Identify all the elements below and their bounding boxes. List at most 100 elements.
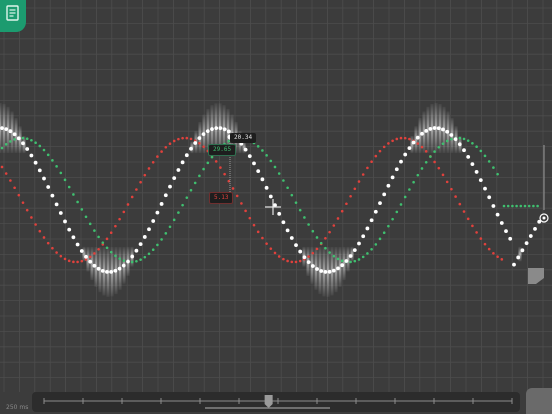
green-trace-point bbox=[198, 174, 201, 178]
play-button[interactable] bbox=[526, 388, 552, 414]
white-trace-point bbox=[243, 147, 248, 152]
glow-segment bbox=[350, 246, 354, 262]
white-trace-point bbox=[184, 153, 189, 158]
white-trace-point bbox=[378, 201, 382, 206]
red-trace-point bbox=[168, 142, 172, 146]
white-trace-point bbox=[462, 148, 466, 153]
white-trace-point bbox=[121, 263, 126, 268]
red-trace-point bbox=[336, 217, 340, 220]
white-trace-point bbox=[256, 169, 261, 174]
white-trace-point bbox=[491, 204, 496, 208]
white-trace-point bbox=[50, 193, 55, 198]
white-trace-point bbox=[67, 227, 72, 232]
red-trace-point bbox=[46, 241, 50, 245]
oscilloscope-screen[interactable] bbox=[0, 0, 552, 414]
green-trace-point bbox=[536, 204, 539, 208]
white-trace-point bbox=[58, 211, 63, 215]
red-trace-point bbox=[324, 236, 327, 240]
red-trace-point bbox=[30, 216, 33, 219]
green-trace-point bbox=[265, 154, 268, 157]
white-trace-point bbox=[528, 234, 533, 238]
white-trace-point bbox=[218, 126, 223, 131]
white-trace-point bbox=[327, 269, 332, 274]
white-trace-point bbox=[189, 146, 193, 151]
red-trace-point bbox=[59, 254, 63, 258]
green-trace-point bbox=[382, 231, 386, 235]
green-trace-point bbox=[502, 204, 506, 208]
white-trace-point bbox=[516, 255, 521, 260]
red-trace-point bbox=[433, 160, 436, 164]
white-trace-point bbox=[344, 259, 349, 263]
red-trace-point bbox=[466, 217, 470, 221]
green-trace-point bbox=[59, 171, 63, 175]
green-trace-point bbox=[479, 149, 483, 153]
green-trace-point bbox=[511, 204, 514, 208]
white-trace-point bbox=[302, 255, 307, 260]
white-trace-point bbox=[96, 266, 101, 271]
red-trace-point bbox=[370, 160, 373, 164]
red-trace-point bbox=[160, 150, 163, 153]
red-trace-point bbox=[475, 231, 478, 234]
red-trace-point bbox=[34, 223, 37, 226]
white-trace-point bbox=[487, 195, 492, 200]
white-trace-point bbox=[524, 241, 529, 246]
white-trace-point bbox=[319, 269, 324, 273]
white-trace-point bbox=[445, 129, 450, 134]
white-trace-point bbox=[33, 160, 38, 165]
red-trace-point bbox=[366, 166, 369, 170]
red-trace-point bbox=[114, 224, 117, 228]
white-trace-point bbox=[323, 270, 328, 274]
red-trace-point bbox=[265, 242, 268, 245]
red-trace-point bbox=[240, 202, 243, 205]
red-trace-point bbox=[273, 251, 277, 255]
green-trace-point bbox=[135, 259, 138, 263]
green-trace-point bbox=[445, 139, 449, 143]
red-trace-point bbox=[202, 145, 205, 148]
green-trace-point bbox=[286, 186, 289, 190]
white-trace-point bbox=[197, 136, 202, 141]
green-trace-point bbox=[88, 222, 92, 226]
red-trace-point bbox=[382, 145, 386, 149]
green-trace-point bbox=[399, 203, 403, 206]
red-trace-point bbox=[496, 255, 499, 259]
white-trace-point bbox=[285, 228, 290, 233]
red-trace-point bbox=[21, 201, 25, 204]
green-trace-point bbox=[55, 165, 58, 168]
green-trace-point bbox=[206, 161, 210, 165]
white-trace-point bbox=[407, 146, 412, 151]
white-trace-point bbox=[21, 141, 25, 146]
red-trace-point bbox=[420, 145, 424, 149]
green-trace-point bbox=[38, 144, 42, 148]
green-trace-point bbox=[420, 167, 424, 170]
red-trace-point bbox=[25, 208, 29, 212]
white-trace-point bbox=[533, 227, 537, 231]
white-trace-point bbox=[466, 154, 471, 159]
green-trace-point bbox=[130, 260, 134, 264]
green-trace-point bbox=[336, 257, 340, 261]
green-trace-point bbox=[433, 150, 436, 153]
white-trace-point bbox=[168, 184, 172, 189]
menu-button[interactable] bbox=[0, 0, 26, 32]
green-trace-point bbox=[4, 143, 8, 146]
red-trace-point bbox=[450, 187, 453, 191]
red-trace-point bbox=[479, 237, 483, 240]
red-trace-point bbox=[143, 173, 147, 177]
red-trace-point bbox=[445, 180, 449, 184]
white-trace-point bbox=[382, 192, 387, 197]
green-trace-point bbox=[261, 149, 264, 152]
white-trace-point bbox=[306, 260, 311, 265]
green-trace-point bbox=[269, 159, 273, 163]
red-trace-point bbox=[454, 195, 457, 198]
green-trace-point bbox=[527, 204, 531, 208]
red-trace-point bbox=[483, 242, 487, 246]
green-trace-point bbox=[84, 215, 88, 219]
red-trace-point bbox=[286, 259, 289, 263]
green-trace-point bbox=[328, 251, 331, 254]
green-trace-point bbox=[51, 159, 54, 162]
white-trace-point bbox=[151, 219, 156, 223]
red-trace-point bbox=[340, 209, 344, 213]
red-trace-point bbox=[76, 260, 79, 264]
green-trace-point bbox=[185, 196, 189, 199]
red-trace-point bbox=[332, 224, 336, 227]
white-trace-point bbox=[75, 242, 80, 247]
